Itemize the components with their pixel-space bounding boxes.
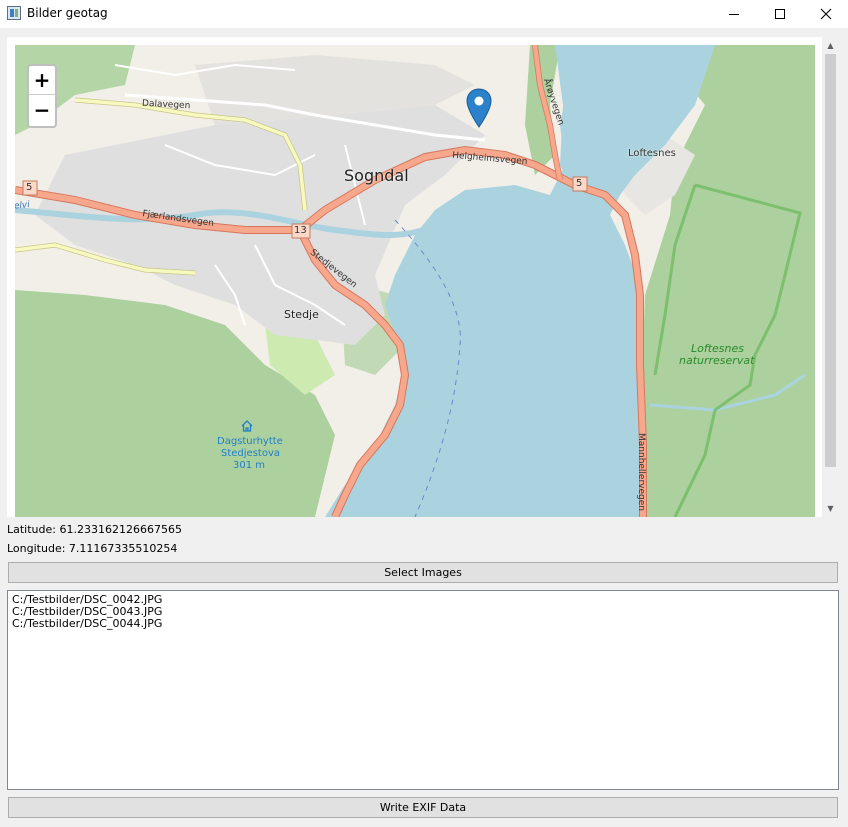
minimize-icon xyxy=(729,13,739,15)
label-reserve-2: naturreservat xyxy=(679,354,755,367)
image-file-list[interactable]: C:/Testbilder/DSC_0042.JPG C:/Testbilder… xyxy=(7,590,839,790)
zoom-out-button[interactable]: − xyxy=(29,95,55,124)
shield-5-west: 5 xyxy=(26,182,33,193)
scroll-down-icon[interactable]: ▼ xyxy=(822,500,839,517)
longitude-label: Longitude: 7.11167335510254 xyxy=(7,542,178,555)
label-hut-3: 301 m xyxy=(233,460,266,471)
minimize-button[interactable] xyxy=(711,0,757,28)
zoom-control: + − xyxy=(27,64,57,128)
maximize-button[interactable] xyxy=(757,0,803,28)
label-sogndal: Sogndal xyxy=(344,166,409,185)
shield-5-east: 5 xyxy=(576,178,583,189)
label-hut-2: Stedjestova xyxy=(221,448,280,459)
scroll-up-icon[interactable]: ▲ xyxy=(822,37,839,54)
select-images-button[interactable]: Select Images xyxy=(8,562,838,583)
maximize-icon xyxy=(775,9,785,19)
write-exif-button[interactable]: Write EXIF Data xyxy=(8,797,838,818)
zoom-in-button[interactable]: + xyxy=(29,66,55,95)
close-icon xyxy=(820,8,832,20)
close-button[interactable] xyxy=(803,0,848,28)
hut-icon xyxy=(241,420,253,432)
label-loftesnes: Loftesnes xyxy=(628,148,676,159)
label-stedje: Stedje xyxy=(284,308,319,321)
map-tiles[interactable] xyxy=(15,45,815,517)
shield-13: 13 xyxy=(294,225,307,236)
scroll-thumb[interactable] xyxy=(825,54,836,467)
app-icon xyxy=(7,6,21,20)
list-item[interactable]: C:/Testbilder/DSC_0044.JPG xyxy=(12,618,834,630)
map-scrollbar[interactable]: ▲ ▼ xyxy=(822,37,839,517)
label-manhellervegen: Mannhellervegen xyxy=(636,433,646,511)
map-view: 5 5 13 Sogndal Stedje Loftesnes Loftesne… xyxy=(7,37,839,517)
window-title: Bilder geotag xyxy=(27,6,108,20)
latitude-label: Latitude: 61.233162126667565 xyxy=(7,523,182,536)
title-bar: Bilder geotag xyxy=(0,0,848,28)
label-hut-1: Dagsturhytte xyxy=(217,436,283,447)
map-canvas[interactable]: 5 5 13 Sogndal Stedje Loftesnes Loftesne… xyxy=(15,45,815,517)
map-pin-icon xyxy=(466,88,492,128)
location-marker[interactable] xyxy=(466,88,492,128)
